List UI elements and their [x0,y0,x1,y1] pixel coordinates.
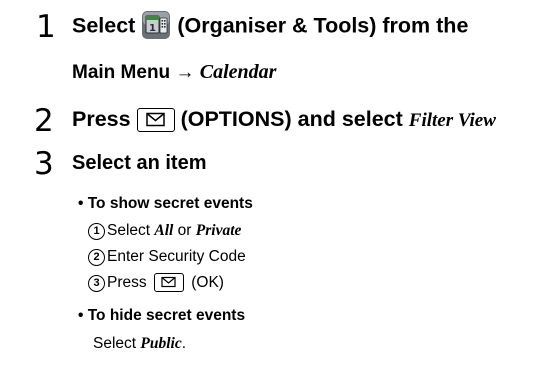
envelope-key-icon [136,108,175,133]
show-secret-heading: • To show secret events [78,195,253,212]
step-number-3: 3 [34,146,54,182]
circled-number-2: 2 [88,249,105,266]
circled-number-3: 3 [88,275,105,292]
hide-secret-heading: • To hide secret events [78,307,246,324]
svg-text:1: 1 [149,23,156,34]
hide-secret-line: Select Public. [93,334,186,354]
step-2-filter-view: Filter View [408,110,496,131]
hide-select: Select [93,335,137,352]
item-1-or: or [177,222,192,239]
show-secret-item-3: 3 Press (OK) [88,273,224,293]
hide-period: . [181,335,187,352]
step-2-line: Press (OPTIONS) and select Filter View [72,106,496,134]
item-1-select: Select [107,222,151,239]
option-public: Public [140,335,182,352]
item-3-ok: (OK) [191,274,224,291]
option-all: All [154,222,174,239]
organiser-tools-icon: 1 [141,10,171,40]
step-1-text-select: Select [72,13,136,38]
step-1-calendar: Calendar [199,61,277,83]
step-1-main-menu: Main Menu [72,62,171,83]
show-secret-item-2: 2 Enter Security Code [88,247,246,267]
show-secret-item-1: 1 Select All or Private [88,221,241,241]
item-3-press: Press [107,274,147,291]
step-number-2: 2 [34,103,54,139]
envelope-key-icon [153,273,184,293]
step-2-text-press: Press [72,107,131,131]
item-2-text: Enter Security Code [107,248,246,265]
step-2-text-options: (OPTIONS) and select [180,107,403,131]
step-1-line-2: Main Menu → Calendar [72,59,276,86]
option-private: Private [195,222,242,239]
step-1-text-organiser: (Organiser & Tools) from the [177,13,469,38]
step-1-line-1: Select 1 (Organiser & Tools) from the [72,10,469,42]
step-number-1: 1 [36,9,56,45]
step-3-text: Select an item [72,152,207,174]
circled-number-1: 1 [88,223,105,240]
arrow-icon: → [175,62,195,83]
